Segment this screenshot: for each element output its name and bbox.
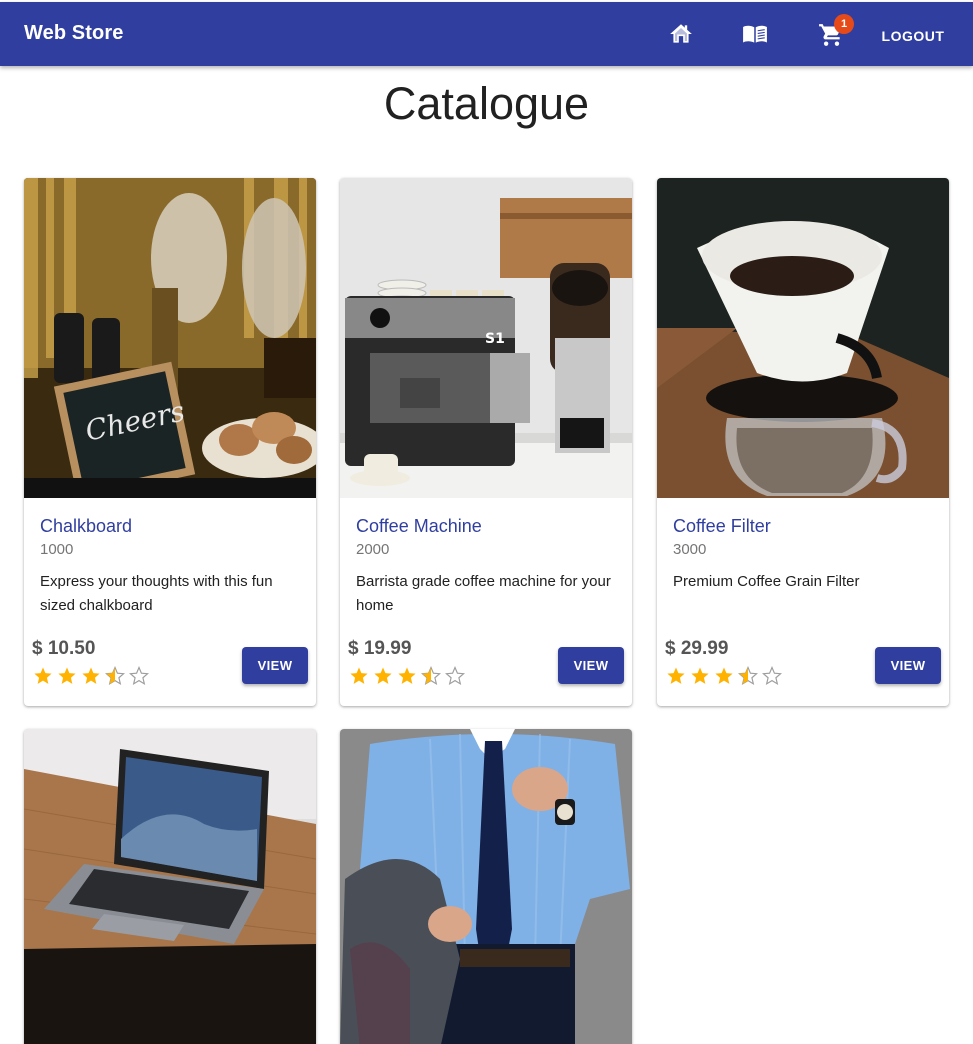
product-rating [666,666,782,686]
coffee-machine-photo[interactable]: S1 [340,178,632,498]
view-button[interactable]: VIEW [875,647,941,684]
svg-text:S1: S1 [485,331,505,347]
coffee-filter-photo[interactable] [657,178,949,498]
product-title[interactable]: Coffee Filter [673,514,933,538]
product-card: S1 Coffee Machine 2000 Barrista grade co… [340,178,632,706]
star-half-icon [421,666,441,686]
star-empty-icon [129,666,149,686]
product-price: $ 29.99 [665,638,729,659]
star-full-icon [82,667,100,684]
page-title: Catalogue [383,78,590,129]
cart-count-badge: 1 [834,14,854,34]
product-card: Coffee Filter 3000 Premium Coffee Grain … [657,178,949,706]
product-price: $ 10.50 [32,638,96,659]
star-full-icon [58,667,76,684]
app-bar: Web Store 1 LOGOUT [0,2,973,66]
product-code: 2000 [356,541,390,558]
star-full-icon [374,667,392,684]
star-full-icon [667,667,685,684]
product-title[interactable]: Coffee Machine [356,514,616,538]
star-full-icon [350,667,368,684]
book-open-icon[interactable] [742,21,768,47]
product-description: Premium Coffee Grain Filter [673,573,860,590]
chalkboard-photo[interactable]: Cheers [24,178,316,498]
product-card [24,729,316,1044]
product-card [340,729,632,1044]
product-code: 1000 [40,541,74,558]
product-rating [349,666,465,686]
star-full-icon [715,667,733,684]
product-description: Barrista grade coffee machine for your h… [356,573,611,614]
brand-title[interactable]: Web Store [24,22,123,45]
product-title[interactable]: Chalkboard [40,514,300,538]
star-full-icon [398,667,416,684]
product-code: 3000 [673,541,707,558]
product-card: Cheers Chalkboard 1000 Express your thou… [24,178,316,706]
star-empty-icon [762,666,782,686]
shirt-tie-photo[interactable] [340,729,632,1044]
view-button[interactable]: VIEW [558,647,624,684]
star-full-icon [34,667,52,684]
product-description: Express your thoughts with this fun size… [40,573,273,614]
star-empty-icon [445,666,465,686]
view-button[interactable]: VIEW [242,647,308,684]
star-half-icon [105,666,125,686]
star-full-icon [691,667,709,684]
product-price: $ 19.99 [348,638,412,659]
laptop-photo[interactable] [24,729,316,1044]
product-rating [33,666,149,686]
home-icon[interactable] [668,21,694,47]
star-half-icon [738,666,758,686]
logout-button[interactable]: LOGOUT [872,22,954,50]
